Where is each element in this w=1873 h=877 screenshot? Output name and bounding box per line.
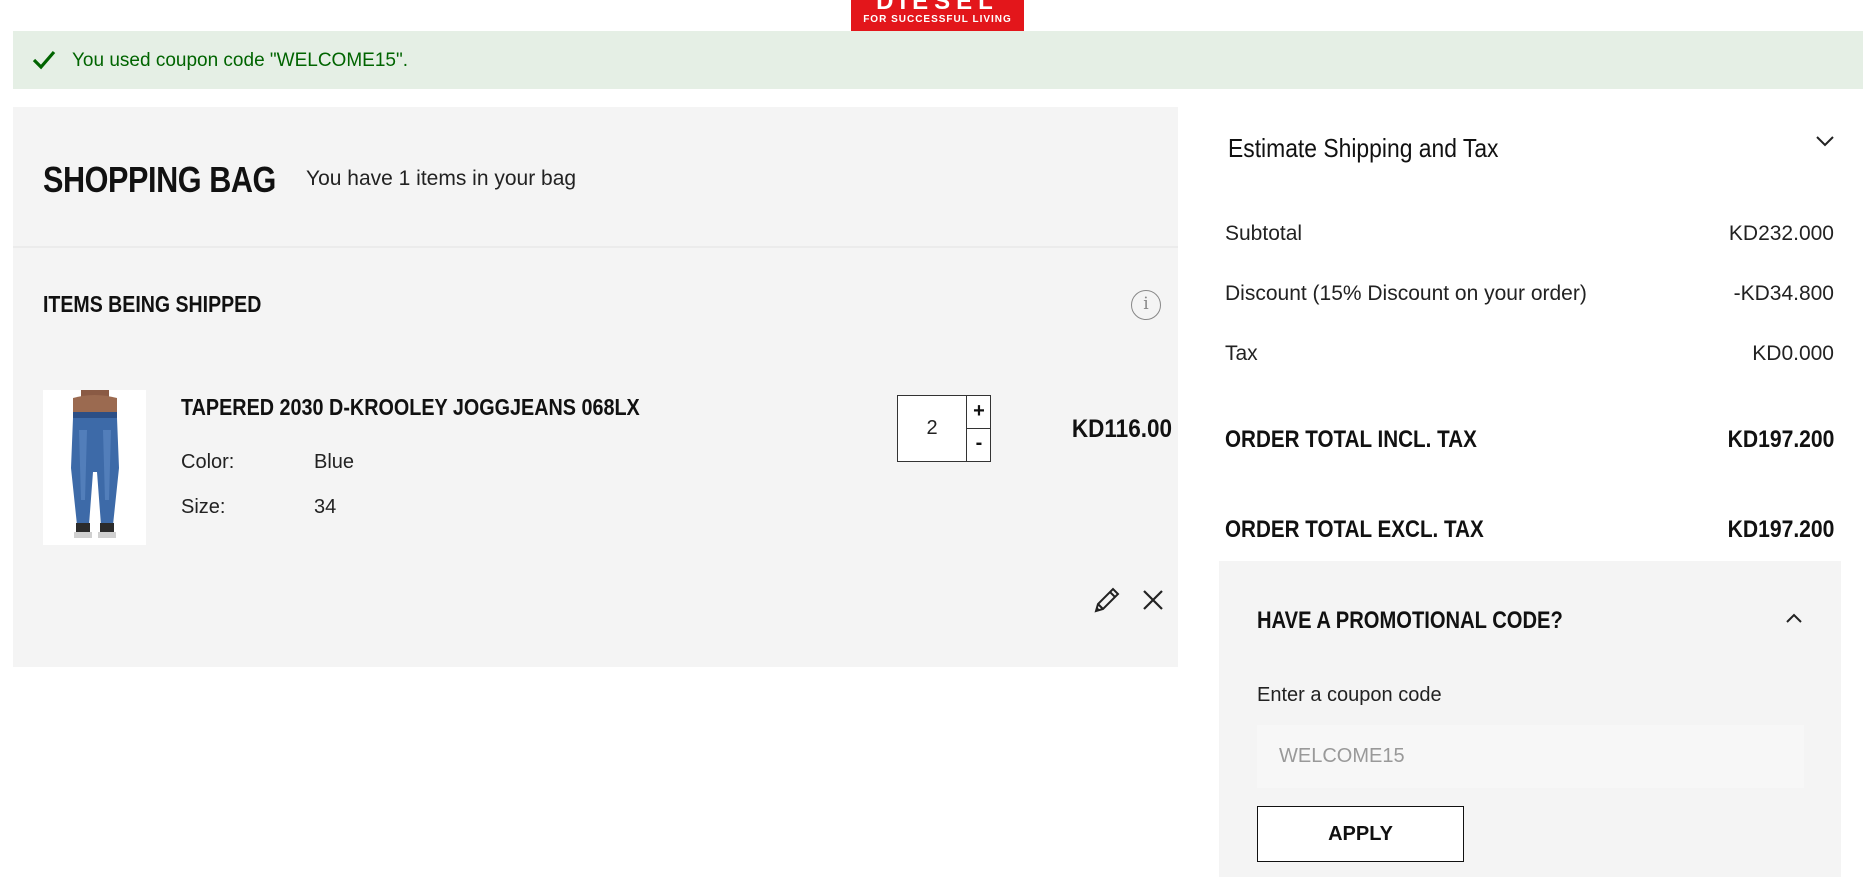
items-shipped-heading: ITEMS BEING SHIPPED <box>43 291 262 317</box>
coupon-code-input[interactable] <box>1257 725 1804 788</box>
info-icon[interactable]: i <box>1131 290 1161 320</box>
item-price: KD116.00 <box>1071 415 1172 443</box>
product-image[interactable] <box>43 390 146 545</box>
product-name[interactable]: TAPERED 2030 D-KROOLEY JOGGJEANS 068LX <box>181 394 640 421</box>
order-total-incl-value: KD197.200 <box>1727 426 1834 453</box>
cart-header: SHOPPING BAG You have 1 items in your ba… <box>13 107 1178 248</box>
order-total-excl-label: ORDER TOTAL EXCL. TAX <box>1225 516 1484 543</box>
tax-label: Tax <box>1225 342 1258 365</box>
cart-item-count: You have 1 items in your bag <box>306 167 577 190</box>
checkmark-icon <box>32 50 56 70</box>
discount-value: -KD34.800 <box>1733 282 1834 305</box>
size-value: 34 <box>314 496 337 518</box>
color-label: Color: <box>181 451 235 473</box>
promo-code-panel: HAVE A PROMOTIONAL CODE? Enter a coupon … <box>1219 561 1841 877</box>
subtotal-value: KD232.000 <box>1728 222 1834 245</box>
coupon-code-label: Enter a coupon code <box>1257 684 1442 706</box>
success-message: You used coupon code "WELCOME15". <box>13 31 1863 89</box>
discount-label: Discount (15% Discount on your order) <box>1225 282 1587 305</box>
pencil-icon[interactable] <box>1092 585 1122 615</box>
size-label: Size: <box>181 496 226 518</box>
quantity-decrease-button[interactable]: - <box>966 428 991 461</box>
brand-logo[interactable]: DIESEL FOR SUCCESSFUL LIVING <box>851 0 1024 31</box>
cart-panel: SHOPPING BAG You have 1 items in your ba… <box>13 107 1178 667</box>
tax-value: KD0.000 <box>1752 342 1834 365</box>
estimate-shipping-toggle[interactable]: Estimate Shipping and Tax <box>1228 133 1499 164</box>
page-title: SHOPPING BAG <box>43 159 276 200</box>
promo-code-toggle[interactable]: HAVE A PROMOTIONAL CODE? <box>1257 607 1563 635</box>
success-message-text: You used coupon code "WELCOME15". <box>72 50 408 71</box>
quantity-increase-button[interactable]: + <box>966 396 991 429</box>
quantity-input[interactable]: 2 <box>898 396 966 461</box>
order-total-excl-value: KD197.200 <box>1727 516 1834 543</box>
quantity-stepper: 2 + - <box>897 395 991 462</box>
order-total-incl-label: ORDER TOTAL INCL. TAX <box>1225 426 1477 453</box>
color-value: Blue <box>314 451 355 473</box>
logo-tagline: FOR SUCCESSFUL LIVING <box>863 14 1012 25</box>
chevron-up-icon[interactable] <box>1785 613 1803 624</box>
subtotal-label: Subtotal <box>1225 222 1303 245</box>
close-icon[interactable] <box>1141 588 1165 612</box>
chevron-down-icon[interactable] <box>1815 135 1835 147</box>
apply-coupon-button[interactable]: APPLY <box>1257 806 1464 862</box>
